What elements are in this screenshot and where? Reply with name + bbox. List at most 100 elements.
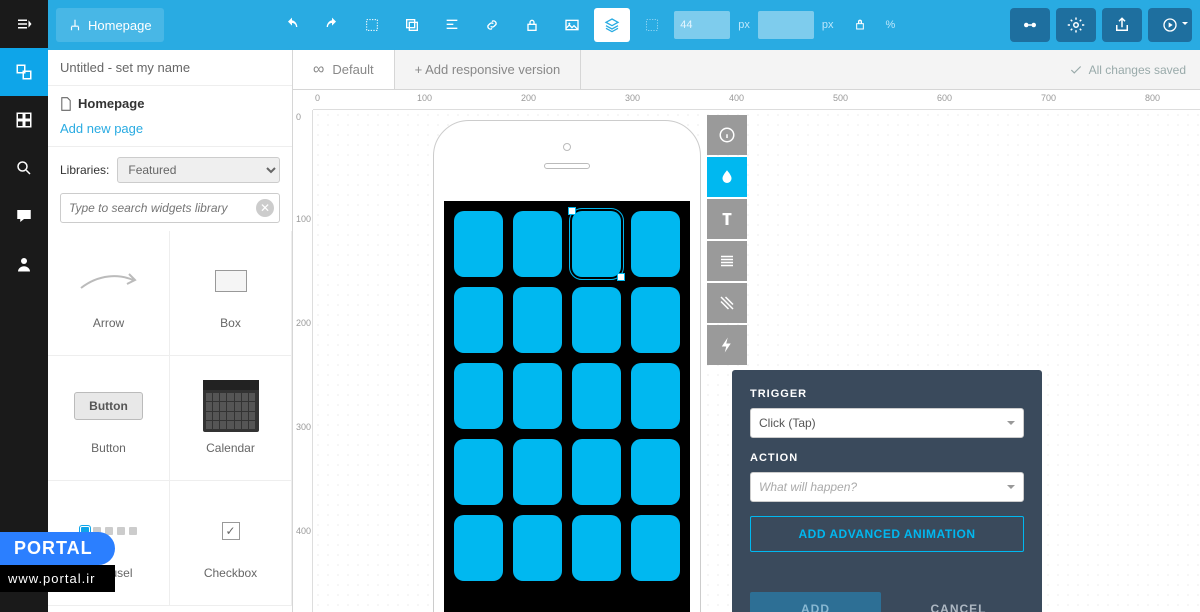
breadcrumb[interactable]: Homepage — [56, 8, 164, 42]
infinity-icon: ∞ — [313, 61, 324, 79]
app-tile[interactable] — [631, 515, 680, 581]
app-tile[interactable] — [454, 439, 503, 505]
aspect-lock-button[interactable] — [842, 8, 878, 42]
app-tile[interactable] — [513, 363, 562, 429]
sidebar-page-item[interactable]: Homepage — [48, 86, 292, 121]
checkbox-icon: ✓ — [201, 506, 261, 556]
width-input[interactable] — [674, 11, 730, 39]
trigger-select[interactable]: Click (Tap) — [750, 408, 1024, 438]
ts-info[interactable] — [707, 115, 747, 155]
phone-speaker — [544, 163, 590, 169]
rail-pages[interactable] — [0, 48, 48, 96]
widget-search-input[interactable] — [60, 193, 280, 223]
tab-default[interactable]: ∞Default — [293, 50, 395, 89]
undo-button[interactable] — [274, 8, 310, 42]
responsive-tabs: ∞Default + Add responsive version All ch… — [293, 50, 1200, 90]
button-preview: Button — [79, 381, 139, 431]
action-heading: ACTION — [750, 452, 1024, 464]
copy-button[interactable] — [394, 8, 430, 42]
redo-button[interactable] — [314, 8, 350, 42]
left-rail — [0, 0, 48, 612]
width-unit: px — [734, 19, 754, 31]
rail-search[interactable] — [0, 144, 48, 192]
size-icon — [634, 8, 670, 42]
add-page-link[interactable]: Add new page — [48, 121, 292, 147]
app-tile[interactable] — [572, 515, 621, 581]
rail-components[interactable] — [0, 96, 48, 144]
app-tile[interactable] — [454, 287, 503, 353]
ts-fill[interactable] — [707, 157, 747, 197]
app-tile[interactable] — [631, 211, 680, 277]
page-icon — [60, 97, 72, 111]
widget-button[interactable]: Button Button — [48, 356, 170, 481]
app-tile[interactable] — [631, 363, 680, 429]
chevron-down-icon — [1007, 485, 1015, 493]
ts-interaction[interactable] — [707, 325, 747, 365]
action-select[interactable]: What will happen? — [750, 472, 1024, 502]
interaction-panel: TRIGGER Click (Tap) ACTION What will hap… — [732, 370, 1042, 612]
libraries-label: Libraries: — [60, 163, 109, 177]
clear-search-icon[interactable]: ✕ — [256, 199, 274, 217]
widget-arrow[interactable]: Arrow — [48, 231, 170, 356]
trigger-heading: TRIGGER — [750, 388, 1024, 400]
pct-unit: % — [882, 19, 900, 31]
project-name[interactable]: Untitled - set my name — [48, 50, 292, 86]
handoff-button[interactable] — [1010, 8, 1050, 42]
page-label: Homepage — [78, 96, 144, 111]
app-tile[interactable] — [513, 287, 562, 353]
share-button[interactable] — [1102, 8, 1142, 42]
app-tile[interactable] — [454, 363, 503, 429]
chevron-down-icon — [1007, 421, 1015, 429]
topbar: Homepage px px % — [48, 0, 1200, 50]
ts-shadow[interactable] — [707, 283, 747, 323]
app-tile[interactable] — [631, 439, 680, 505]
app-tile[interactable] — [513, 515, 562, 581]
check-icon — [1069, 63, 1083, 77]
app-tile[interactable] — [513, 439, 562, 505]
ruler-horizontal: 0 100 200 300 400 500 600 700 800 — [313, 90, 1200, 110]
widget-calendar[interactable]: Calendar — [170, 356, 292, 481]
widget-checkbox[interactable]: ✓ Checkbox — [170, 481, 292, 606]
image-button[interactable] — [554, 8, 590, 42]
libraries-select[interactable]: Featured — [117, 157, 280, 183]
height-unit: px — [818, 19, 838, 31]
layers-button[interactable] — [594, 8, 630, 42]
preview-button[interactable] — [1148, 8, 1192, 42]
add-advanced-animation-button[interactable]: ADD ADVANCED ANIMATION — [750, 516, 1024, 552]
app-tile[interactable] — [572, 287, 621, 353]
watermark-brand: PORTAL — [0, 532, 115, 565]
app-tile-selected[interactable] — [572, 211, 621, 277]
app-tile[interactable] — [454, 515, 503, 581]
breadcrumb-page: Homepage — [88, 18, 152, 33]
app-tile[interactable] — [513, 211, 562, 277]
phone-frame — [433, 120, 701, 612]
height-input[interactable] — [758, 11, 814, 39]
arrow-icon — [79, 256, 139, 306]
align-button[interactable] — [434, 8, 470, 42]
rail-user[interactable] — [0, 240, 48, 288]
app-tile[interactable] — [454, 211, 503, 277]
add-button[interactable]: ADD — [750, 592, 881, 612]
group-button[interactable] — [354, 8, 390, 42]
rail-collapse[interactable] — [0, 0, 48, 48]
watermark: PORTAL www.portal.ir — [0, 532, 115, 592]
phone-screen — [444, 201, 690, 612]
box-icon — [201, 256, 261, 306]
ruler-vertical: 0 100 200 300 400 — [293, 110, 313, 612]
settings-button[interactable] — [1056, 8, 1096, 42]
link-button[interactable] — [474, 8, 510, 42]
app-tile[interactable] — [572, 439, 621, 505]
ts-border[interactable] — [707, 241, 747, 281]
tab-add-responsive[interactable]: + Add responsive version — [395, 50, 582, 89]
ts-text[interactable] — [707, 199, 747, 239]
canvas-area: ∞Default + Add responsive version All ch… — [293, 50, 1200, 612]
app-tile[interactable] — [631, 287, 680, 353]
calendar-icon — [201, 381, 261, 431]
rail-comments[interactable] — [0, 192, 48, 240]
sidebar: Untitled - set my name Homepage Add new … — [48, 50, 293, 612]
app-tile[interactable] — [572, 363, 621, 429]
widget-box[interactable]: Box — [170, 231, 292, 356]
cancel-button[interactable]: CANCEL — [893, 592, 1024, 612]
canvas[interactable]: TRIGGER Click (Tap) ACTION What will hap… — [313, 110, 1200, 612]
lock-button[interactable] — [514, 8, 550, 42]
